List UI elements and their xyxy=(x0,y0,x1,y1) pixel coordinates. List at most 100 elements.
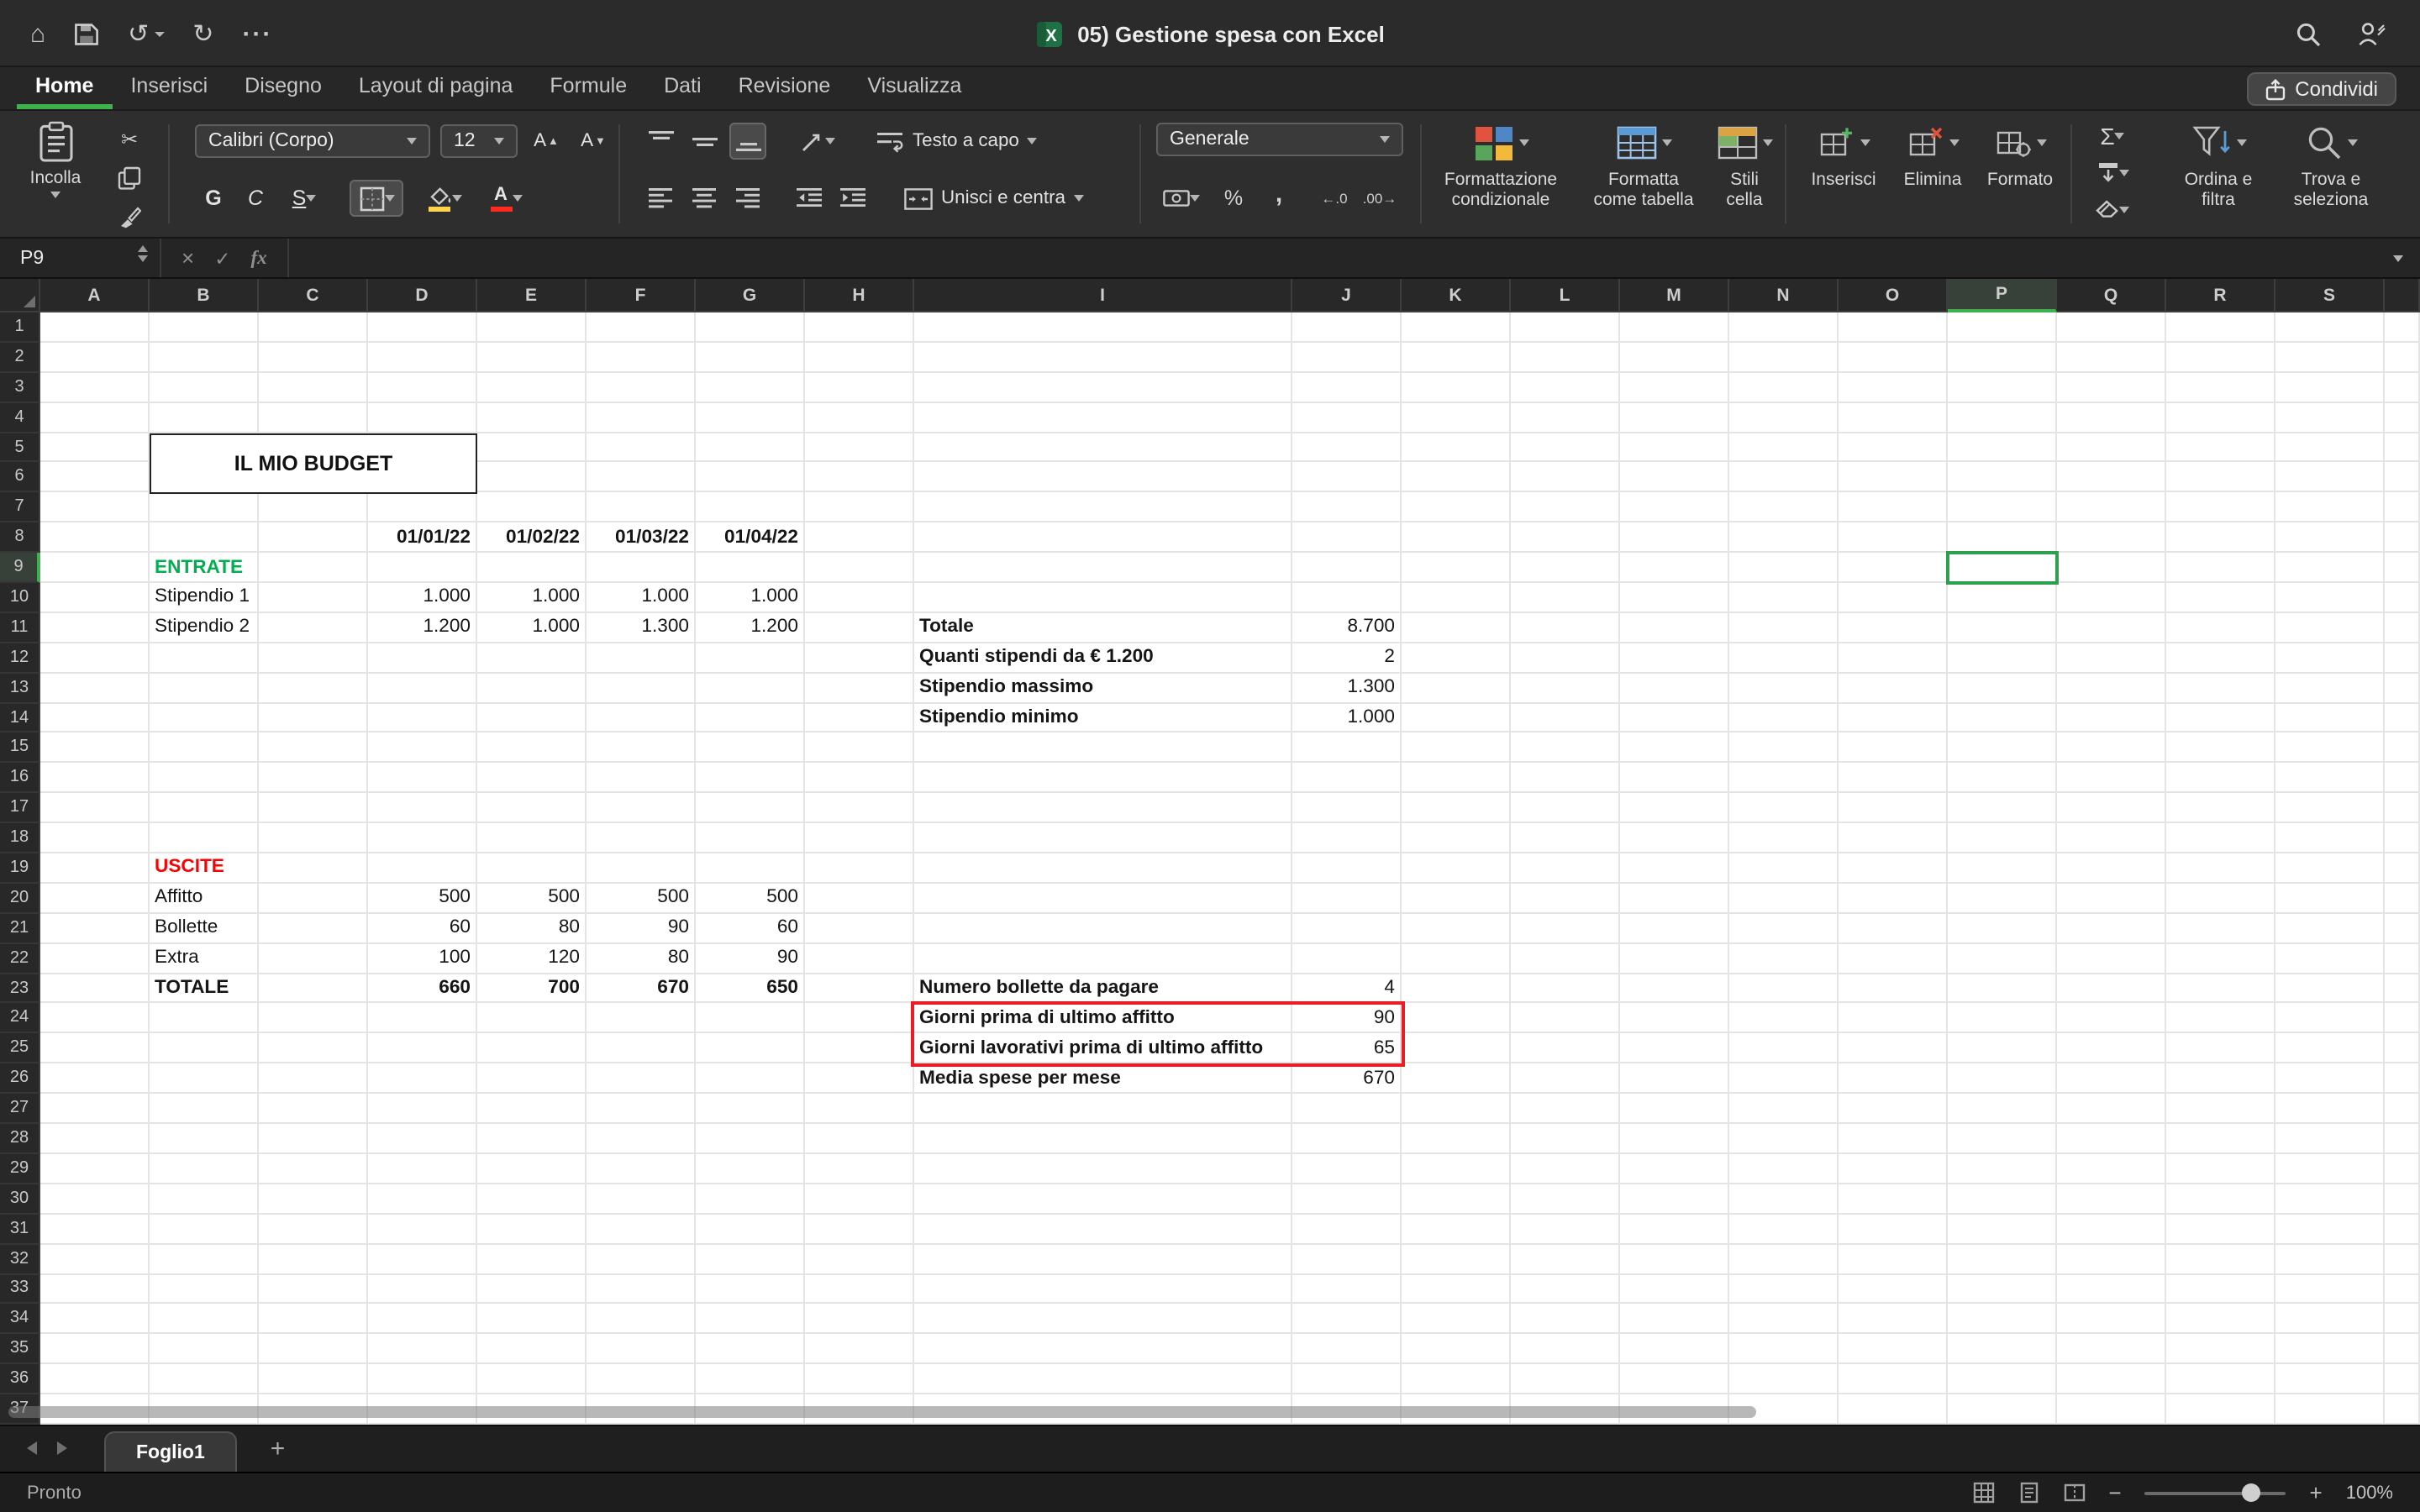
cell-K1[interactable] xyxy=(1402,312,1511,343)
cell-F21[interactable]: 90 xyxy=(587,914,696,944)
name-box-spinner[interactable] xyxy=(138,245,148,262)
cell-L7[interactable] xyxy=(1511,493,1620,523)
row-header-24[interactable]: 24 xyxy=(0,1004,40,1034)
cell-R19[interactable] xyxy=(2166,853,2275,884)
cell-I19[interactable] xyxy=(914,853,1292,884)
cell-P15[interactable] xyxy=(1948,733,2057,764)
cell-B25[interactable] xyxy=(150,1034,259,1064)
cell-M8[interactable] xyxy=(1620,522,1729,553)
cell-P28[interactable] xyxy=(1948,1124,2057,1154)
cell-K33[interactable] xyxy=(1402,1274,1511,1305)
cell-L31[interactable] xyxy=(1511,1214,1620,1244)
cell-G5[interactable] xyxy=(696,433,805,463)
cell-E27[interactable] xyxy=(477,1094,587,1124)
cell-C3[interactable] xyxy=(259,373,368,403)
align-center-button[interactable] xyxy=(686,180,723,217)
borders-button[interactable] xyxy=(350,180,403,217)
cell-R1[interactable] xyxy=(2166,312,2275,343)
cell-L28[interactable] xyxy=(1511,1124,1620,1154)
row-header-28[interactable]: 28 xyxy=(0,1124,40,1154)
cell-Q6[interactable] xyxy=(2057,463,2166,493)
align-right-button[interactable] xyxy=(729,180,766,217)
cell-F15[interactable] xyxy=(587,733,696,764)
cell-L11[interactable] xyxy=(1511,613,1620,643)
cell-A25[interactable] xyxy=(40,1034,150,1064)
cell-H27[interactable] xyxy=(805,1094,914,1124)
cell-B9[interactable]: ENTRATE xyxy=(150,553,259,583)
cell-E6[interactable] xyxy=(477,463,587,493)
cell-O24[interactable] xyxy=(1839,1004,1948,1034)
cell-S30[interactable] xyxy=(2275,1184,2385,1215)
cell-D13[interactable] xyxy=(368,673,477,703)
cell-Q11[interactable] xyxy=(2057,613,2166,643)
cell-E34[interactable] xyxy=(477,1305,587,1335)
cell-M27[interactable] xyxy=(1620,1094,1729,1124)
cell-N13[interactable] xyxy=(1729,673,1839,703)
cell-R9[interactable] xyxy=(2166,553,2275,583)
cell-S37[interactable] xyxy=(2275,1394,2385,1425)
cell-K7[interactable] xyxy=(1402,493,1511,523)
cell-G19[interactable] xyxy=(696,853,805,884)
row-header-16[interactable]: 16 xyxy=(0,764,40,794)
align-left-button[interactable] xyxy=(642,180,679,217)
fill-color-button[interactable] xyxy=(415,180,472,217)
account-icon[interactable] xyxy=(2358,21,2386,46)
cell-S35[interactable] xyxy=(2275,1335,2385,1365)
cell-J10[interactable] xyxy=(1292,583,1402,613)
cell-O6[interactable] xyxy=(1839,463,1948,493)
cell-N24[interactable] xyxy=(1729,1004,1839,1034)
cell-D22[interactable]: 100 xyxy=(368,943,477,974)
cell-O31[interactable] xyxy=(1839,1214,1948,1244)
cell-F7[interactable] xyxy=(587,493,696,523)
cell-L24[interactable] xyxy=(1511,1004,1620,1034)
cell-N26[interactable] xyxy=(1729,1064,1839,1095)
cell-P31[interactable] xyxy=(1948,1214,2057,1244)
cell-F16[interactable] xyxy=(587,764,696,794)
merge-center-button[interactable]: Unisci e centra xyxy=(897,180,1091,217)
cell-B14[interactable] xyxy=(150,703,259,733)
cell-M35[interactable] xyxy=(1620,1335,1729,1365)
cell-O8[interactable] xyxy=(1839,522,1948,553)
cell-G33[interactable] xyxy=(696,1274,805,1305)
cell-J7[interactable] xyxy=(1292,493,1402,523)
cell-O30[interactable] xyxy=(1839,1184,1948,1215)
column-header-B[interactable]: B xyxy=(150,279,259,312)
cell-A23[interactable] xyxy=(40,974,150,1004)
column-header-F[interactable]: F xyxy=(587,279,696,312)
cell-C22[interactable] xyxy=(259,943,368,974)
cell-P23[interactable] xyxy=(1948,974,2057,1004)
cell-J3[interactable] xyxy=(1292,373,1402,403)
cell-J18[interactable] xyxy=(1292,823,1402,853)
cell-O2[interactable] xyxy=(1839,343,1948,373)
cell-C18[interactable] xyxy=(259,823,368,853)
row-header-22[interactable]: 22 xyxy=(0,943,40,974)
column-header-J[interactable]: J xyxy=(1292,279,1402,312)
cell-Q3[interactable] xyxy=(2057,373,2166,403)
cell-C17[interactable] xyxy=(259,794,368,824)
cell-F28[interactable] xyxy=(587,1124,696,1154)
cell-B10[interactable]: Stipendio 1 xyxy=(150,583,259,613)
cell-A28[interactable] xyxy=(40,1124,150,1154)
percent-format-button[interactable]: % xyxy=(1215,180,1252,217)
cell-Q30[interactable] xyxy=(2057,1184,2166,1215)
cell-B20[interactable]: Affitto xyxy=(150,884,259,914)
cell-D34[interactable] xyxy=(368,1305,477,1335)
cell-P36[interactable] xyxy=(1948,1364,2057,1394)
share-button[interactable]: Condividi xyxy=(2246,72,2396,106)
cell-N14[interactable] xyxy=(1729,703,1839,733)
cell-A32[interactable] xyxy=(40,1244,150,1274)
cell-B33[interactable] xyxy=(150,1274,259,1305)
cell-J35[interactable] xyxy=(1292,1335,1402,1365)
cell-J9[interactable] xyxy=(1292,553,1402,583)
column-header-O[interactable]: O xyxy=(1839,279,1948,312)
cell-N21[interactable] xyxy=(1729,914,1839,944)
cell-N3[interactable] xyxy=(1729,373,1839,403)
cell-P24[interactable] xyxy=(1948,1004,2057,1034)
cell-L3[interactable] xyxy=(1511,373,1620,403)
cell-M22[interactable] xyxy=(1620,943,1729,974)
column-header-I[interactable]: I xyxy=(914,279,1292,312)
row-header-19[interactable]: 19 xyxy=(0,853,40,884)
cell-F27[interactable] xyxy=(587,1094,696,1124)
cell-B22[interactable]: Extra xyxy=(150,943,259,974)
cell-H12[interactable] xyxy=(805,643,914,674)
